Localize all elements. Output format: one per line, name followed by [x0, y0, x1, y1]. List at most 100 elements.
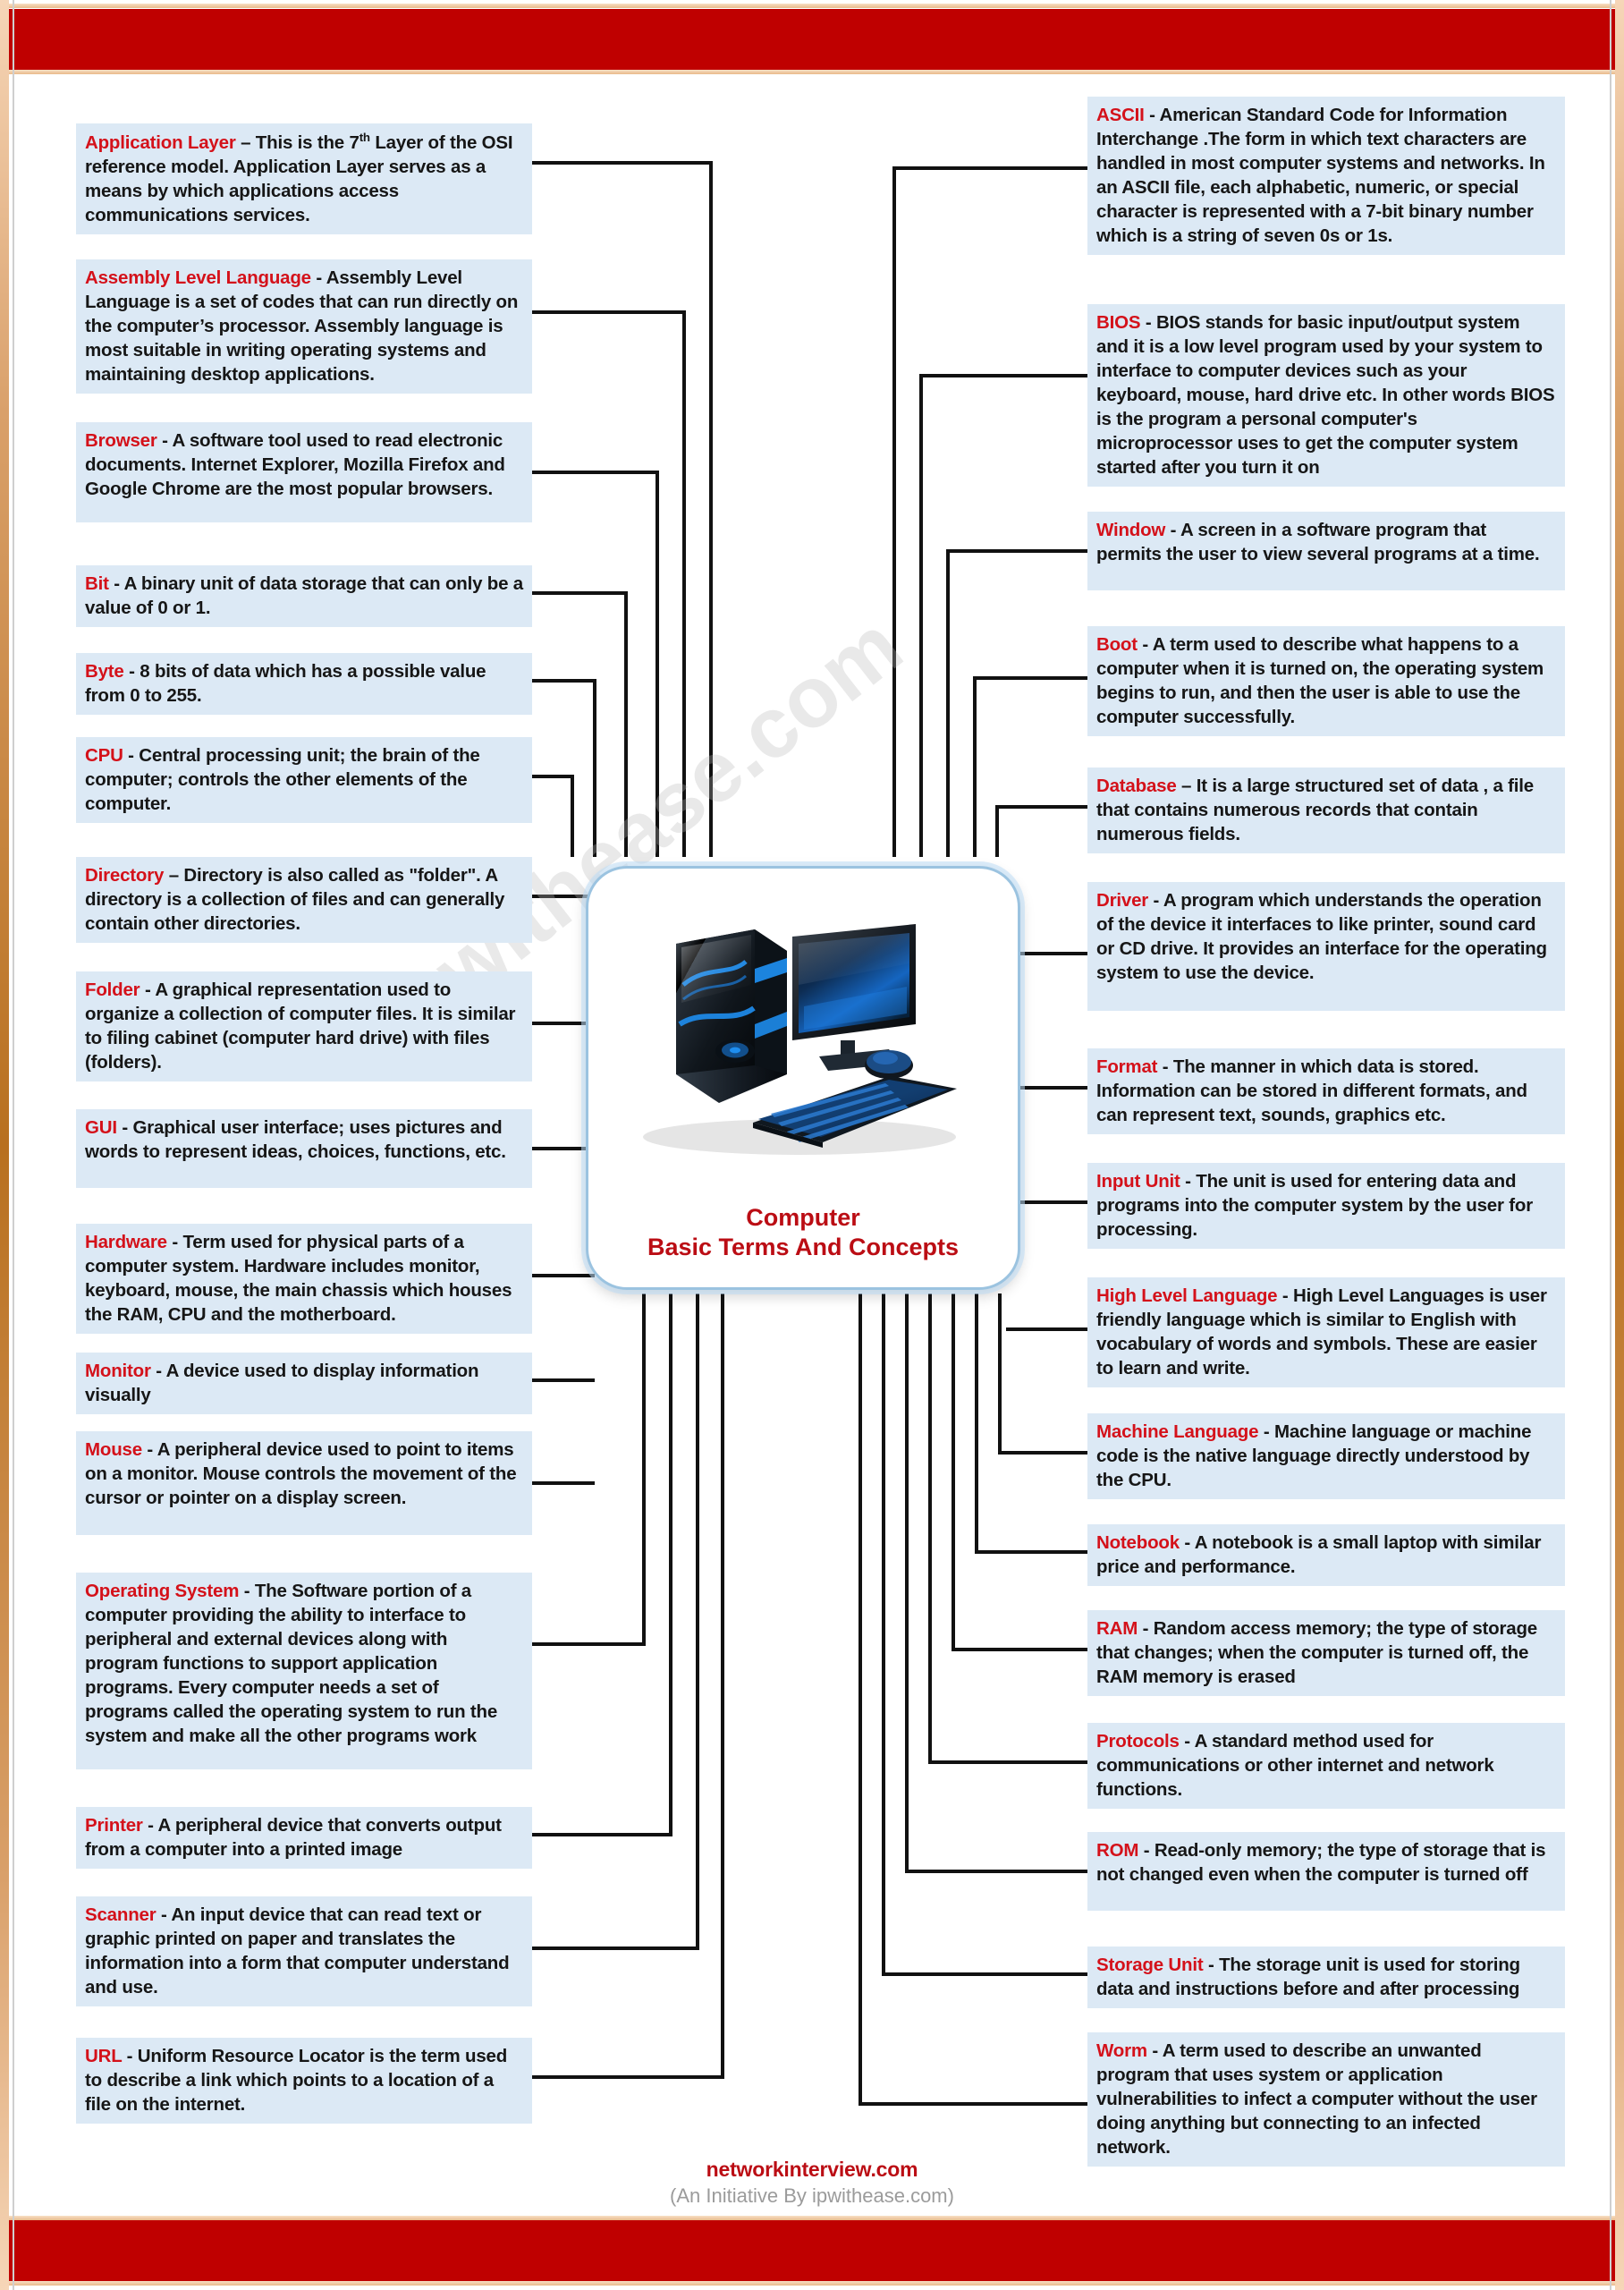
term-box-input-unit: Input Unit - The unit is used for enteri…: [1087, 1163, 1565, 1250]
term-box-protocols: Protocols - A standard method used for c…: [1087, 1723, 1565, 1810]
term-name: Input Unit: [1096, 1171, 1180, 1192]
footer: networkinterview.com (An Initiative By i…: [0, 2158, 1624, 2208]
connector-right-0: [892, 166, 1087, 857]
term-separator: -: [239, 1581, 250, 1601]
term-name: Monitor: [85, 1361, 151, 1381]
term-description: The Software portion of a computer provi…: [85, 1581, 498, 1747]
term-name: Application Layer: [85, 131, 236, 153]
term-name: Machine Language: [1096, 1421, 1259, 1442]
center-title-line-1: Computer: [746, 1204, 860, 1232]
term-separator: –: [235, 131, 251, 153]
term-name: Database: [1096, 776, 1177, 796]
desktop-computer-icon: [643, 924, 957, 1155]
term-text: Protocols - A standard method used for c…: [1096, 1729, 1556, 1802]
term-text: Hardware - Term used for physical parts …: [85, 1230, 523, 1327]
term-name: Window: [1096, 520, 1166, 540]
term-description: Graphical user interface; uses pictures …: [85, 1117, 506, 1163]
term-text: RAM - Random access memory; the type of …: [1096, 1616, 1556, 1689]
term-text: Input Unit - The unit is used for enteri…: [1096, 1169, 1556, 1242]
term-text: BIOS - BIOS stands for basic input/outpu…: [1096, 310, 1556, 479]
term-separator: -: [142, 1815, 154, 1836]
term-box-byte: Byte - 8 bits of data which has a possib…: [76, 653, 532, 716]
center-title: Computer Basic Terms And Concepts: [588, 1203, 1018, 1262]
footer-site-name: networkinterview.com: [706, 2158, 918, 2181]
connector-right-15: [859, 1293, 1087, 2106]
term-name: Hardware: [85, 1232, 167, 1252]
term-separator: -: [1203, 1955, 1214, 1975]
term-name: High Level Language: [1096, 1285, 1278, 1306]
connector-left-12: [532, 1293, 646, 1646]
term-name: Boot: [1096, 634, 1138, 655]
connector-right-14: [882, 1293, 1087, 1976]
term-box-driver: Driver - A program which understands the…: [1087, 882, 1565, 1011]
term-name: Directory: [85, 865, 165, 886]
connector-right-1: [919, 374, 1087, 857]
term-box-hardware: Hardware - Term used for physical parts …: [76, 1224, 532, 1335]
term-name: Format: [1096, 1056, 1158, 1077]
center-title-line-2: Basic Terms And Concepts: [647, 1234, 960, 1261]
term-name: CPU: [85, 745, 123, 766]
term-description: Random access memory; the type of storag…: [1096, 1618, 1537, 1688]
infographic-page: Ipwithease.com Application Layer – This …: [0, 0, 1624, 2290]
term-separator: -: [140, 980, 151, 1000]
term-separator: –: [1176, 776, 1192, 796]
term-text: Scanner - An input device that can read …: [85, 1903, 523, 1999]
connector-right-2: [946, 549, 1087, 857]
term-text: Monitor - A device used to display infor…: [85, 1359, 523, 1407]
term-box-browser: Browser - A software tool used to read e…: [76, 422, 532, 522]
term-separator: -: [141, 1439, 154, 1460]
bottom-banner-edge-lower: [9, 2281, 1615, 2286]
connector-left-15: [532, 1293, 724, 2079]
term-box-bit: Bit - A binary unit of data storage that…: [76, 565, 532, 628]
term-name: Byte: [85, 661, 124, 682]
term-text: Byte - 8 bits of data which has a possib…: [85, 659, 523, 708]
term-separator: -: [1137, 634, 1149, 655]
connector-right-9: [998, 1293, 1087, 1455]
connector-right-13: [905, 1293, 1087, 1873]
term-separator: -: [1179, 1532, 1191, 1553]
term-text: Format - The manner in which data is sto…: [1096, 1055, 1556, 1127]
connector-right-11: [952, 1293, 1087, 1651]
term-separator: -: [1157, 1056, 1169, 1077]
connector-left-13: [532, 1293, 672, 1836]
term-text: High Level Language - High Level Languag…: [1096, 1284, 1556, 1380]
term-text: Bit - A binary unit of data storage that…: [85, 572, 523, 620]
term-separator: -: [1138, 1840, 1150, 1861]
term-box-printer: Printer - A peripheral device that conve…: [76, 1807, 532, 1870]
term-name: RAM: [1096, 1618, 1138, 1639]
connector-right-3: [973, 676, 1087, 857]
term-text: CPU - Central processing unit; the brain…: [85, 743, 523, 816]
term-name: Folder: [85, 980, 140, 1000]
term-text: Storage Unit - The storage unit is used …: [1096, 1953, 1556, 2001]
term-box-assembly-level-language: Assembly Level Language - Assembly Level…: [76, 259, 532, 394]
term-text: ROM - Read-only memory; the type of stor…: [1096, 1838, 1556, 1887]
term-text: Directory – Directory is also called as …: [85, 863, 523, 936]
term-description: A binary unit of data storage that can o…: [85, 573, 523, 619]
term-text: Mouse - A peripheral device used to poin…: [85, 1438, 523, 1510]
term-text: Window - A screen in a software program …: [1096, 518, 1556, 566]
term-separator: -: [123, 745, 134, 766]
connector-right-12: [928, 1293, 1087, 1764]
term-box-directory: Directory – Directory is also called as …: [76, 857, 532, 944]
top-banner: [9, 9, 1615, 70]
term-box-ascii: ASCII - American Standard Code for Infor…: [1087, 97, 1565, 256]
term-box-ram: RAM - Random access memory; the type of …: [1087, 1610, 1565, 1697]
term-name: BIOS: [1096, 312, 1141, 333]
term-box-boot: Boot - A term used to describe what happ…: [1087, 626, 1565, 737]
term-description: A program which understands the operatio…: [1096, 890, 1547, 984]
term-name: Bit: [85, 573, 109, 594]
term-separator: -: [150, 1361, 162, 1381]
term-box-format: Format - The manner in which data is sto…: [1087, 1048, 1565, 1135]
term-text: ASCII - American Standard Code for Infor…: [1096, 103, 1556, 248]
term-name: ASCII: [1096, 105, 1145, 125]
term-text: Folder - A graphical representation used…: [85, 978, 523, 1074]
term-text: Database – It is a large structured set …: [1096, 774, 1556, 846]
term-separator: -: [1138, 1618, 1149, 1639]
term-separator: -: [123, 661, 135, 682]
term-description: 8 bits of data which has a possible valu…: [85, 661, 486, 707]
term-box-storage-unit: Storage Unit - The storage unit is used …: [1087, 1946, 1565, 2009]
term-name: Printer: [85, 1815, 143, 1836]
bottom-banner: [9, 2220, 1615, 2281]
term-text: Boot - A term used to describe what happ…: [1096, 632, 1556, 729]
connector-left-3: [532, 591, 628, 857]
